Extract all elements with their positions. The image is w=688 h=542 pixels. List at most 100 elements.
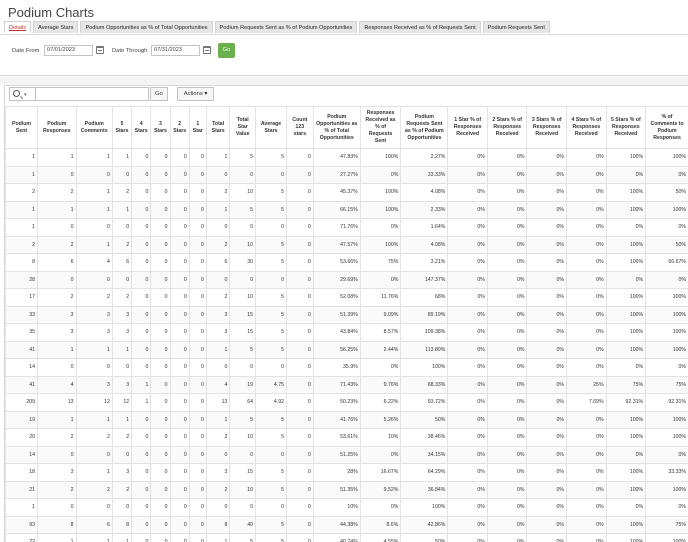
column-header[interactable]: Total Star Value [229,106,257,149]
table-cell: 47.83% [312,148,361,167]
table-cell: 0% [526,375,568,394]
table-cell: 0% [486,340,528,359]
table-cell: 100% [359,183,402,202]
table-cell: 0% [486,183,528,202]
table-cell: 0 [229,498,257,517]
column-header[interactable]: 2 Stars [169,106,190,149]
tab-average-stars[interactable]: Average Stars [33,21,79,33]
calendar-icon[interactable] [96,46,104,54]
table-cell: 0% [566,445,607,464]
column-header[interactable]: Podium Sent [5,106,39,149]
tab-responses-received-pct[interactable]: Responses Received as % of Requests Sent [359,21,481,33]
table-cell: 75% [645,375,688,394]
table-cell: 0% [645,270,688,289]
chevron-down-icon[interactable]: ▾ [24,92,27,98]
table-cell: 3 [205,463,231,482]
column-header[interactable]: 4 Stars [131,106,152,149]
table-cell: 0 [286,218,314,237]
tab-podium-requests-sent[interactable]: Podium Requests Sent [482,21,550,33]
column-header[interactable]: Count 123 stars [286,106,314,149]
tab-podium-opportunities-pct[interactable]: Podium Opportunities as % of Total Oppor… [80,21,213,33]
search-go-button[interactable]: Go [150,87,168,101]
table-cell: 0% [359,165,402,184]
table-cell: 100% [605,183,647,202]
table-cell: 0% [447,270,488,289]
table-cell: 2 [111,428,133,447]
tab-details[interactable]: Details [4,21,32,33]
table-row: 21 2 2 2 0 0 0 0 2 10 5 0 51.35% 9.52% 36.84% 0% 0% 0% 0% 1… [5,480,688,499]
column-header[interactable]: Responses Received as % of Requests Sent [359,106,402,149]
table-row: 1 1 1 1 0 0 0 0 1 5 5 0 66.15% 100% 2.33% 0% 0% 0% 0% 100% 1… [5,200,688,219]
table-cell: 0 [111,218,133,237]
column-header[interactable]: 2 Stars % of Responses Received [486,106,528,149]
table-cell: 10 [229,428,257,447]
date-through-label: Date Through [112,48,148,54]
table-cell: 0 [286,498,314,517]
table-cell: 4.08% [400,183,449,202]
table-cell: 68.33% [400,375,449,394]
table-cell: 4.08% [400,235,449,254]
table-cell: 0% [447,148,488,167]
date-go-button[interactable]: Go [218,43,235,58]
table-cell: 0 [169,410,190,429]
table-cell: 0 [286,340,314,359]
table-cell: 0% [526,200,568,219]
table-cell: 1 [75,463,113,482]
table-cell: 0% [566,270,607,289]
table-cell: 0 [188,305,207,324]
table-cell: 0 [131,288,152,307]
table-cell: 0 [150,375,171,394]
table-cell: 0% [605,445,647,464]
table-cell: 1 [111,340,133,359]
table-cell: 0 [286,358,314,377]
date-through-input[interactable]: 07/31/2023 [151,45,200,56]
column-header[interactable]: 3 Stars [150,106,171,149]
column-header[interactable]: 5 Stars % of Responses Received [605,106,647,149]
column-header[interactable]: % of Comments to Podium Responses [645,106,688,149]
column-header[interactable]: Podium Requests Sent as % of Podium Oppo… [400,106,449,149]
table-cell: 0% [566,183,607,202]
table-cell: 0% [566,428,607,447]
table-cell: 3 [37,323,77,342]
table-cell: 41 [5,375,39,394]
table-cell: 20 [5,428,39,447]
table-cell: 2.33% [400,200,449,219]
table-cell: 0 [150,445,171,464]
column-header[interactable]: 3 Stars % of Responses Received [526,106,568,149]
table-body: 1 1 1 1 0 0 0 0 1 5 5 0 47.83% 100% 2.27% 0% 0% 0% 0% 100% 1… [5,148,688,542]
search-field[interactable]: ▾ [9,87,149,101]
column-header[interactable]: Average Stars [255,106,288,149]
date-from-input[interactable]: 07/01/2023 [44,45,93,56]
table-cell: 0% [359,498,402,517]
table-row: 14 0 0 0 0 0 0 0 0 0 0 0 35.9% 0% 100% 0% 0% 0% 0% 0% 0% [5,358,688,377]
table-cell: 8.6% [359,515,402,534]
table-cell: 8.57% [359,323,402,342]
column-header[interactable]: 1 Star [188,106,207,149]
table-cell: 16.67% [359,463,402,482]
column-header[interactable]: 5 Stars [111,106,133,149]
table-cell: 1 [75,340,113,359]
column-header[interactable]: Podium Opportunities as % of Total Oppor… [312,106,361,149]
column-header[interactable]: Total Stars [205,106,231,149]
table-cell: 64 [229,393,257,412]
table-cell: 9.76% [359,375,402,394]
actions-menu-button[interactable]: Actions ▾ [177,87,214,101]
table-cell: 0% [447,375,488,394]
column-header[interactable]: 1 Star % of Responses Received [447,106,488,149]
table-cell: 0% [447,235,488,254]
tab-requests-sent-pct[interactable]: Podium Requests Sent as % of Podium Oppo… [214,21,358,33]
search-icon[interactable] [13,90,20,97]
table-cell: 0% [486,375,528,394]
table-cell: 0 [150,340,171,359]
column-header[interactable]: Podium Responses [37,106,77,149]
table-cell: 0 [75,218,113,237]
table-cell: 0 [131,148,152,167]
table-cell: 0 [229,445,257,464]
column-header[interactable]: Podium Comments [75,106,113,149]
table-cell: 0 [131,428,152,447]
calendar-icon[interactable] [203,46,211,54]
column-header[interactable]: 4 Stars % of Responses Received [566,106,607,149]
table-cell: 0 [188,428,207,447]
table-cell: 4.55% [359,533,402,542]
table-cell: 12 [75,393,113,412]
